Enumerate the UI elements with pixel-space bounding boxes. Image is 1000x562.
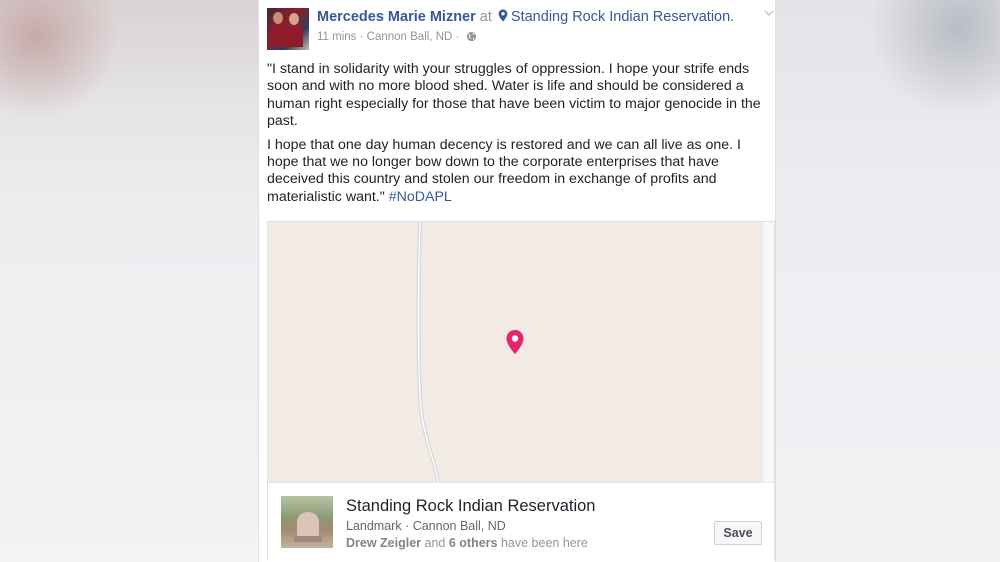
place-thumbnail[interactable] xyxy=(281,496,333,548)
post-meta: 11 mins · Cannon Ball, ND · xyxy=(317,31,477,43)
place-city: Cannon Ball, ND xyxy=(412,519,506,533)
meta-separator: · xyxy=(356,31,367,43)
location-pin-icon xyxy=(498,9,508,22)
place-separator: · xyxy=(401,519,413,533)
post-place[interactable]: Cannon Ball, ND xyxy=(367,31,453,43)
visitor-others[interactable]: 6 others xyxy=(449,536,498,550)
hashtag-link[interactable]: #NoDAPL xyxy=(389,189,452,205)
post-paragraph-2-text: I hope that one day human decency is res… xyxy=(267,136,741,205)
chevron-down-icon[interactable] xyxy=(763,7,775,19)
meta-separator-2: · xyxy=(452,31,463,43)
globe-icon[interactable] xyxy=(466,31,477,42)
map-scrollbar xyxy=(763,222,774,482)
place-visitors: Drew Zeigler and 6 others have been here xyxy=(346,536,588,550)
background-right xyxy=(774,0,1000,562)
visitor-name[interactable]: Drew Zeigler xyxy=(346,536,421,550)
place-card: Standing Rock Indian Reservation Landmar… xyxy=(268,482,774,561)
location-link[interactable]: Standing Rock Indian Reservation. xyxy=(511,9,734,25)
map-view[interactable] xyxy=(268,222,763,483)
post-paragraph-2: I hope that one day human decency is res… xyxy=(267,137,767,207)
visitor-suffix: have been here xyxy=(497,536,588,550)
post-header: Mercedes Marie Mizner at Standing Rock I… xyxy=(317,9,734,25)
post-text: "I stand in solidarity with your struggl… xyxy=(267,61,767,212)
save-button[interactable]: Save xyxy=(714,521,762,545)
facebook-post: Mercedes Marie Mizner at Standing Rock I… xyxy=(258,0,776,562)
place-category: Landmark xyxy=(346,519,402,533)
avatar[interactable] xyxy=(267,8,309,50)
visitor-and: and xyxy=(421,536,449,550)
map-attachment[interactable]: Standing Rock Indian Reservation Landmar… xyxy=(267,221,775,561)
background-left xyxy=(0,0,258,562)
place-subtitle: Landmark · Cannon Ball, ND xyxy=(346,519,506,533)
map-marker-icon[interactable] xyxy=(505,329,525,355)
at-label: at xyxy=(479,9,492,25)
timestamp[interactable]: 11 mins xyxy=(317,31,356,43)
place-name[interactable]: Standing Rock Indian Reservation xyxy=(346,497,595,516)
author-name[interactable]: Mercedes Marie Mizner xyxy=(317,9,476,25)
post-paragraph-1: "I stand in solidarity with your struggl… xyxy=(267,61,761,130)
